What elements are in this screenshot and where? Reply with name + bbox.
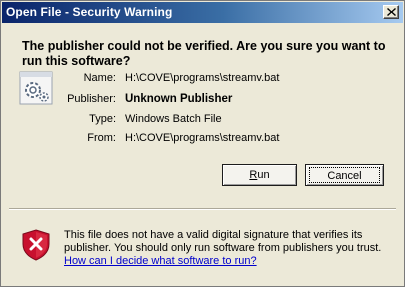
security-warning-dialog: Open File - Security Warning The publish… <box>0 0 405 287</box>
publisher-value: Unknown Publisher <box>125 93 233 105</box>
name-value: H:\COVE\programs\streamv.bat <box>125 72 280 84</box>
cancel-label: Cancel <box>327 170 362 182</box>
separator-highlight <box>9 209 396 210</box>
help-link[interactable]: How can I decide what software to run? <box>64 255 257 267</box>
type-label: Type: <box>89 113 116 125</box>
from-label: From: <box>87 132 116 144</box>
warning-message: This file does not have a valid digital … <box>64 229 382 254</box>
cancel-button[interactable]: Cancel <box>305 164 384 186</box>
from-value: H:\COVE\programs\streamv.bat <box>125 132 280 144</box>
run-button[interactable]: Run <box>222 164 297 186</box>
security-shield-icon <box>22 229 50 261</box>
close-icon <box>387 8 396 16</box>
close-button[interactable] <box>383 5 399 19</box>
run-label: un <box>257 169 270 181</box>
title-bar[interactable]: Open File - Security Warning <box>2 2 403 23</box>
window-title: Open File - Security Warning <box>6 5 173 19</box>
cancel-focus-ring: Cancel <box>309 167 380 183</box>
type-value: Windows Batch File <box>125 113 222 125</box>
name-label: Name: <box>83 72 116 84</box>
headline-question: The publisher could not be verified. Are… <box>22 39 386 68</box>
publisher-label: Publisher: <box>67 93 116 105</box>
